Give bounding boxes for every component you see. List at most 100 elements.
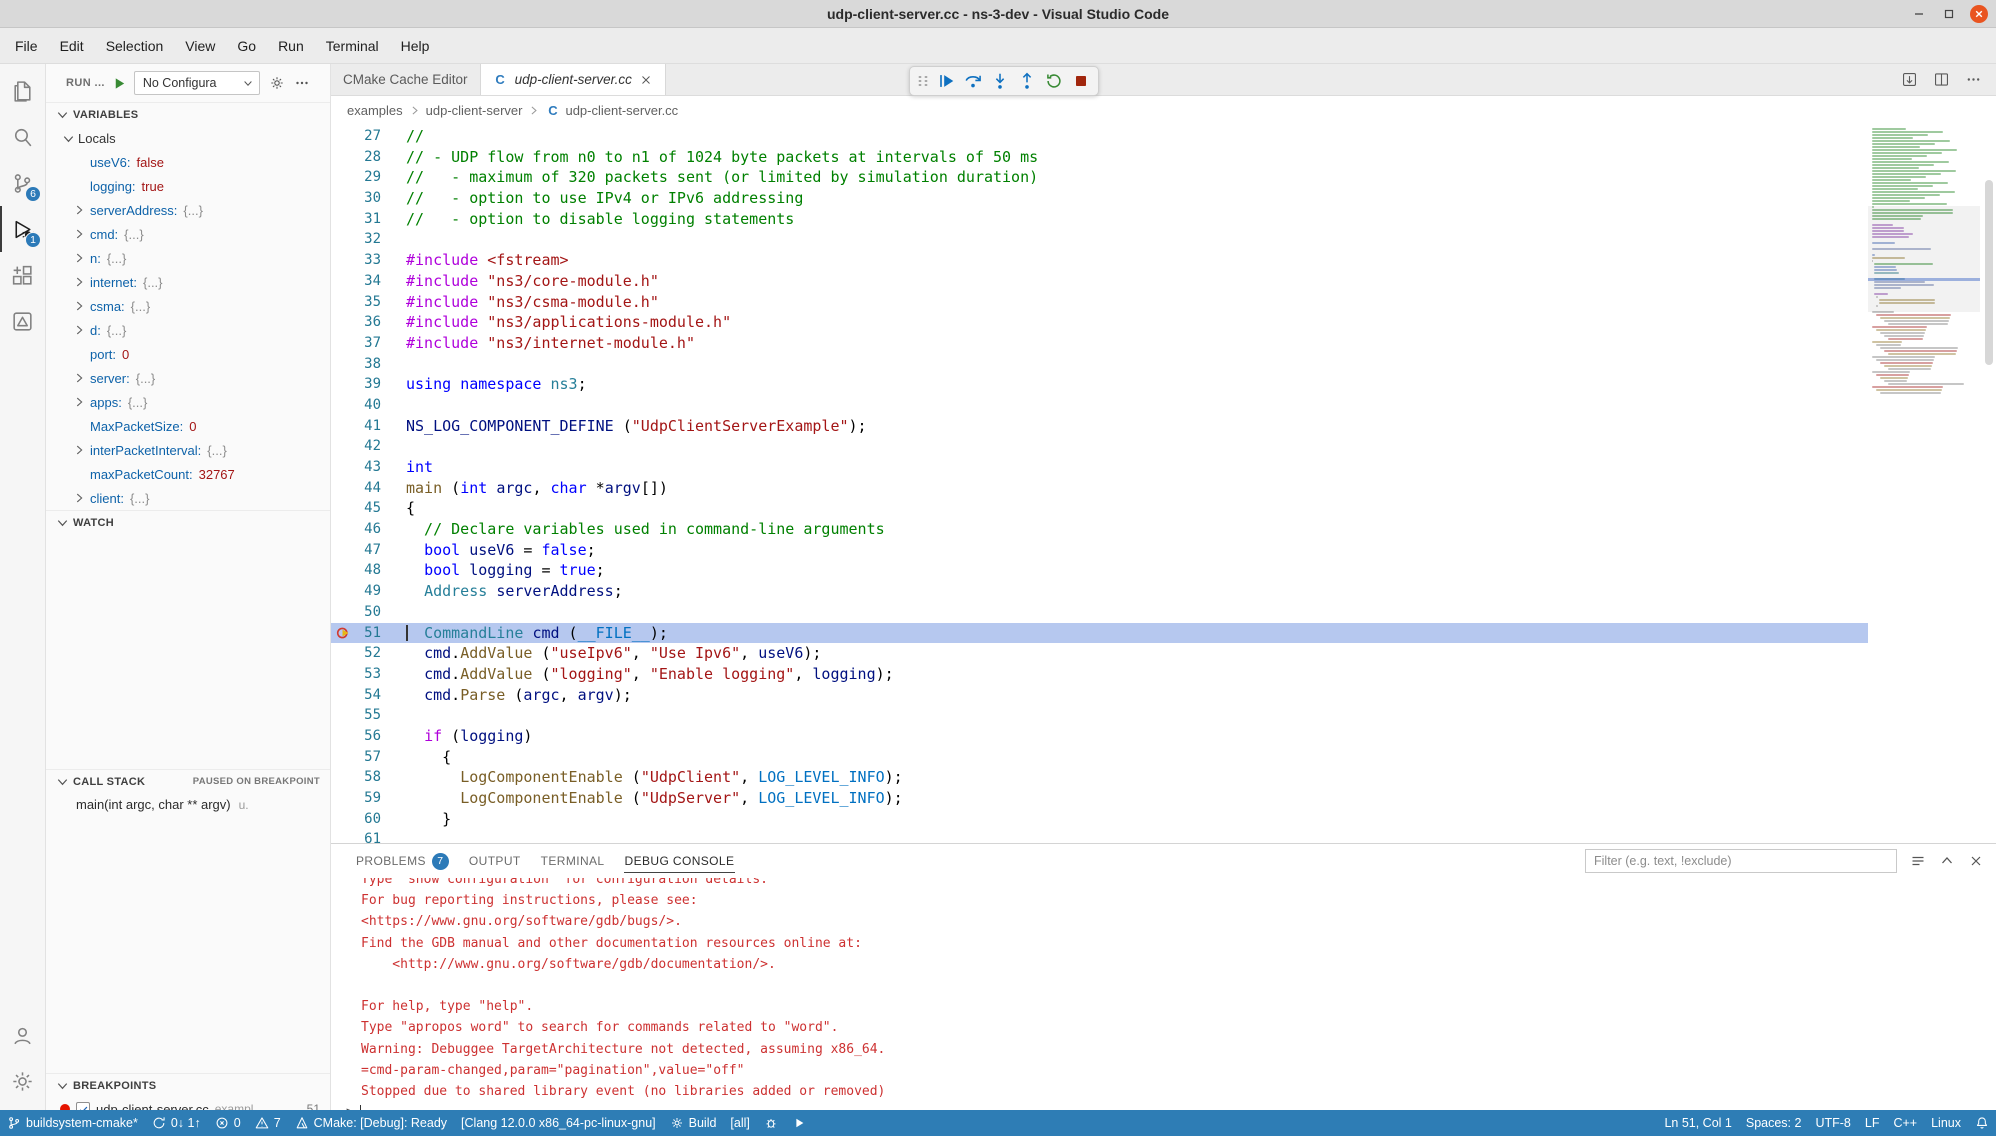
variable-row[interactable]: apps:{...} xyxy=(46,390,330,414)
variable-row[interactable]: port:0 xyxy=(46,342,330,366)
variable-row[interactable]: serverAddress:{...} xyxy=(46,198,330,222)
menu-run[interactable]: Run xyxy=(267,28,315,63)
breadcrumb-item[interactable]: udp-client-server xyxy=(426,103,523,118)
gutter-glyph-margin[interactable] xyxy=(331,726,357,747)
open-changes-icon[interactable] xyxy=(1901,71,1918,88)
views-more-actions-icon[interactable] xyxy=(294,75,310,91)
code-line[interactable]: 60 } xyxy=(331,809,1868,830)
menu-edit[interactable]: Edit xyxy=(49,28,95,63)
panel-tab-problems[interactable]: PROBLEMS7 xyxy=(347,844,458,878)
editor-scrollbar[interactable] xyxy=(1982,124,1996,843)
gutter-glyph-margin[interactable] xyxy=(331,498,357,519)
gutter-glyph-margin[interactable] xyxy=(331,126,357,147)
code-editor[interactable]: 27//28// - UDP flow from n0 to n1 of 102… xyxy=(331,124,1996,843)
code-line[interactable]: 44main (int argc, char *argv[]) xyxy=(331,478,1868,499)
status-all[interactable]: [all] xyxy=(723,1110,756,1136)
gutter-glyph-margin[interactable] xyxy=(331,312,357,333)
restart-icon[interactable] xyxy=(1040,68,1067,94)
menu-view[interactable]: View xyxy=(174,28,226,63)
code-line[interactable]: 43int xyxy=(331,457,1868,478)
status-0-1[interactable]: 0↓ 1↑ xyxy=(145,1110,208,1136)
gutter-glyph-margin[interactable] xyxy=(331,560,357,581)
gutter-glyph-margin[interactable] xyxy=(331,271,357,292)
variable-row[interactable]: useV6:false xyxy=(46,150,330,174)
code-line[interactable]: 54 cmd.Parse (argc, argv); xyxy=(331,685,1868,706)
gutter-glyph-margin[interactable] xyxy=(331,395,357,416)
gutter-glyph-margin[interactable] xyxy=(331,809,357,830)
gutter-glyph-margin[interactable] xyxy=(331,457,357,478)
status-bug[interactable] xyxy=(757,1110,785,1136)
variable-row[interactable]: logging:true xyxy=(46,174,330,198)
code-line[interactable]: 57 { xyxy=(331,747,1868,768)
code-line[interactable]: 53 cmd.AddValue ("logging", "Enable logg… xyxy=(331,664,1868,685)
close-window-icon[interactable] xyxy=(1970,5,1988,23)
gutter-glyph-margin[interactable] xyxy=(331,167,357,188)
variable-row[interactable]: server:{...} xyxy=(46,366,330,390)
code-line[interactable]: 58 LogComponentEnable ("UdpClient", LOG_… xyxy=(331,767,1868,788)
close-panel-icon[interactable] xyxy=(1968,853,1984,869)
code-line[interactable]: 35#include "ns3/csma-module.h" xyxy=(331,292,1868,313)
more-actions-icon[interactable] xyxy=(1965,71,1982,88)
code-line[interactable]: 30// - option to use IPv4 or IPv6 addres… xyxy=(331,188,1868,209)
gutter-glyph-margin[interactable] xyxy=(331,188,357,209)
console-filter-input[interactable] xyxy=(1585,849,1897,873)
status-play[interactable] xyxy=(785,1110,813,1136)
status-c[interactable]: C++ xyxy=(1886,1110,1924,1136)
status-0[interactable]: 0 xyxy=(208,1110,248,1136)
step-over-icon[interactable] xyxy=(959,68,986,94)
code-line[interactable]: 61 xyxy=(331,829,1868,843)
toolbar-drag-handle[interactable] xyxy=(914,76,932,86)
gutter-glyph-margin[interactable] xyxy=(331,147,357,168)
gutter-glyph-margin[interactable] xyxy=(331,374,357,395)
panel-tab-terminal[interactable]: TERMINAL xyxy=(532,844,614,878)
code-line[interactable]: 40 xyxy=(331,395,1868,416)
gutter-glyph-margin[interactable] xyxy=(331,333,357,354)
status-bell[interactable] xyxy=(1968,1110,1996,1136)
panel-options-icon[interactable] xyxy=(1910,853,1926,869)
stop-icon[interactable] xyxy=(1067,68,1094,94)
code-line[interactable]: 39using namespace ns3; xyxy=(331,374,1868,395)
code-line[interactable]: 52 cmd.AddValue ("useIpv6", "Use Ipv6", … xyxy=(331,643,1868,664)
maximize-panel-icon[interactable] xyxy=(1939,853,1955,869)
status-lf[interactable]: LF xyxy=(1858,1110,1887,1136)
variable-row[interactable]: interPacketInterval:{...} xyxy=(46,438,330,462)
status-build[interactable]: Build xyxy=(663,1110,724,1136)
code-line[interactable]: 42 xyxy=(331,436,1868,457)
variable-row[interactable]: n:{...} xyxy=(46,246,330,270)
gutter-glyph-margin[interactable] xyxy=(331,788,357,809)
code-line[interactable]: 27// xyxy=(331,126,1868,147)
status-clang-12-0-0-x86-64-pc-linux-gnu[interactable]: [Clang 12.0.0 x86_64-pc-linux-gnu] xyxy=(454,1110,663,1136)
variables-section-header[interactable]: VARIABLES xyxy=(46,102,330,126)
code-line[interactable]: 48 bool logging = true; xyxy=(331,560,1868,581)
gutter-glyph-margin[interactable] xyxy=(331,354,357,375)
variable-row[interactable]: cmd:{...} xyxy=(46,222,330,246)
tab-udp-client-server-cc[interactable]: udp-client-server.cc xyxy=(481,64,666,95)
menu-file[interactable]: File xyxy=(4,28,49,63)
menu-help[interactable]: Help xyxy=(390,28,441,63)
gutter-glyph-margin[interactable] xyxy=(331,292,357,313)
gutter-glyph-margin[interactable] xyxy=(331,519,357,540)
gutter-glyph-margin[interactable] xyxy=(331,747,357,768)
gutter-glyph-margin[interactable] xyxy=(331,705,357,726)
console-input-row[interactable]: > xyxy=(331,1102,1996,1110)
breadcrumb-item[interactable]: udp-client-server.cc xyxy=(565,103,678,118)
continue-icon[interactable] xyxy=(932,68,959,94)
run-and-debug-icon[interactable]: 1 xyxy=(0,206,45,252)
status-spaces-2[interactable]: Spaces: 2 xyxy=(1739,1110,1809,1136)
code-line[interactable]: 29// - maximum of 320 packets sent (or l… xyxy=(331,167,1868,188)
gutter-glyph-margin[interactable] xyxy=(331,685,357,706)
explorer-icon[interactable] xyxy=(0,68,45,114)
code-line[interactable]: 37#include "ns3/internet-module.h" xyxy=(331,333,1868,354)
gutter-glyph-margin[interactable] xyxy=(331,602,357,623)
split-editor-icon[interactable] xyxy=(1933,71,1950,88)
code-line[interactable]: 59 LogComponentEnable ("UdpServer", LOG_… xyxy=(331,788,1868,809)
gutter-glyph-margin[interactable] xyxy=(331,540,357,561)
minimap[interactable] xyxy=(1872,128,1978,843)
watch-section-header[interactable]: WATCH xyxy=(46,510,330,534)
maximize-icon[interactable] xyxy=(1940,5,1958,23)
variable-row[interactable]: d:{...} xyxy=(46,318,330,342)
extensions-icon[interactable] xyxy=(0,252,45,298)
gutter-glyph-margin[interactable] xyxy=(331,581,357,602)
status-utf-8[interactable]: UTF-8 xyxy=(1808,1110,1857,1136)
status-cmake-debug-ready[interactable]: CMake: [Debug]: Ready xyxy=(288,1110,454,1136)
